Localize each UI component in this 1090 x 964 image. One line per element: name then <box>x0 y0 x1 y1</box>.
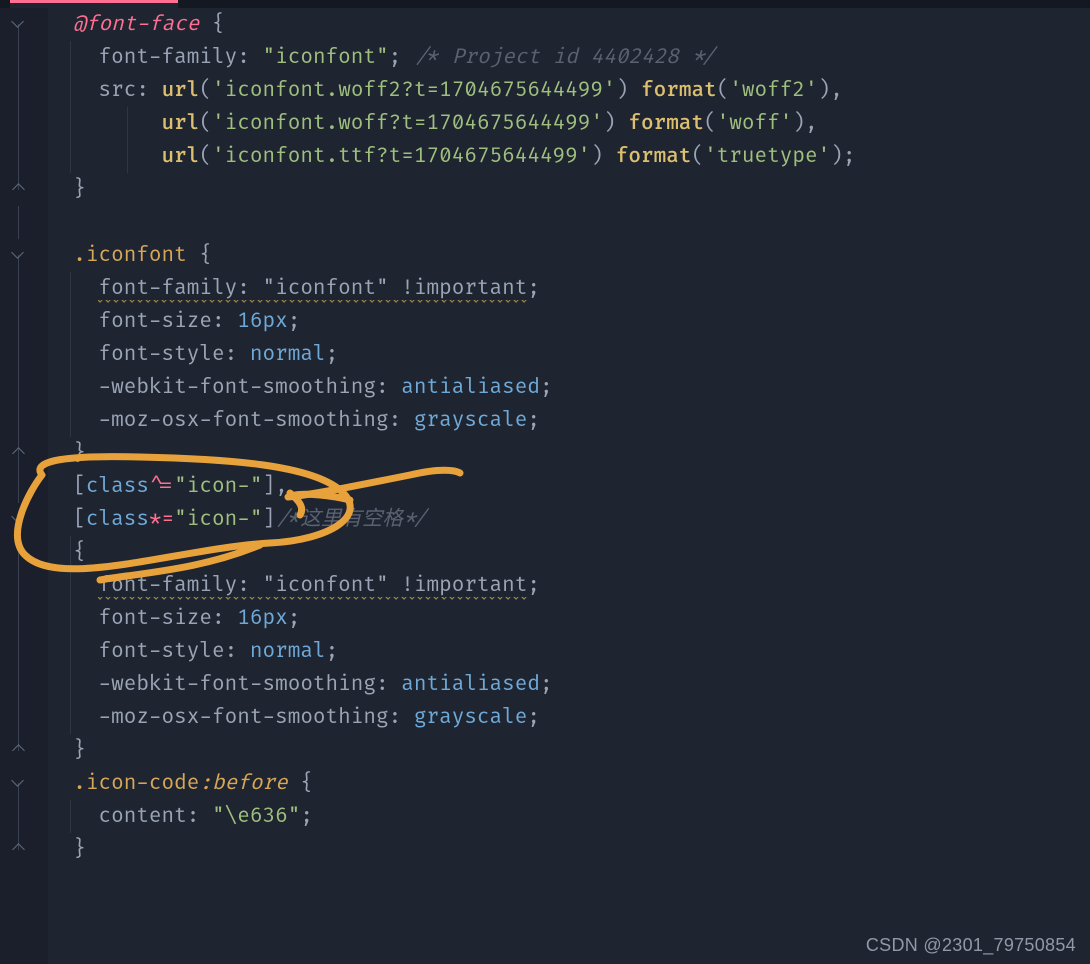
code-line: .icon-code:before { <box>48 767 1090 800</box>
fold-icon[interactable] <box>10 839 26 855</box>
code-line: [class*="icon-"]/*这里有空格*/ <box>48 503 1090 536</box>
code-editor[interactable]: @font-face { font-family: "iconfont"; /*… <box>48 8 1090 964</box>
code-line: font-style: normal; <box>48 338 1090 371</box>
fold-icon[interactable] <box>10 443 26 459</box>
code-line: } <box>48 437 1090 470</box>
editor-gutter <box>0 8 48 964</box>
code-line: [class^="icon-"], <box>48 470 1090 503</box>
code-line: { <box>48 536 1090 569</box>
fold-icon[interactable] <box>10 179 26 195</box>
code-line <box>48 206 1090 239</box>
code-line: font-family: "iconfont"; /* Project id 4… <box>48 41 1090 74</box>
code-line: content: "\e636"; <box>48 800 1090 833</box>
code-line: font-family: "iconfont" !important; <box>48 272 1090 305</box>
code-line: font-style: normal; <box>48 635 1090 668</box>
fold-icon[interactable] <box>10 740 26 756</box>
fold-icon[interactable] <box>10 511 26 527</box>
code-line: } <box>48 734 1090 767</box>
code-line: } <box>48 833 1090 866</box>
code-line: -webkit-font-smoothing: antialiased; <box>48 668 1090 701</box>
code-line: src: url('iconfont.woff2?t=1704675644499… <box>48 74 1090 107</box>
code-line: -moz-osx-font-smoothing: grayscale; <box>48 701 1090 734</box>
watermark-text: CSDN @2301_79750854 <box>866 935 1076 956</box>
code-line: url('iconfont.woff?t=1704675644499') for… <box>48 107 1090 140</box>
code-line: url('iconfont.ttf?t=1704675644499') form… <box>48 140 1090 173</box>
code-line: .iconfont { <box>48 239 1090 272</box>
fold-icon[interactable] <box>10 247 26 263</box>
fold-icon[interactable] <box>10 16 26 32</box>
code-line: -webkit-font-smoothing: antialiased; <box>48 371 1090 404</box>
code-line: @font-face { <box>48 8 1090 41</box>
code-line: -moz-osx-font-smoothing: grayscale; <box>48 404 1090 437</box>
code-line: } <box>48 173 1090 206</box>
code-line: font-family: "iconfont" !important; <box>48 569 1090 602</box>
code-line: font-size: 16px; <box>48 305 1090 338</box>
fold-icon[interactable] <box>10 775 26 791</box>
code-line: font-size: 16px; <box>48 602 1090 635</box>
